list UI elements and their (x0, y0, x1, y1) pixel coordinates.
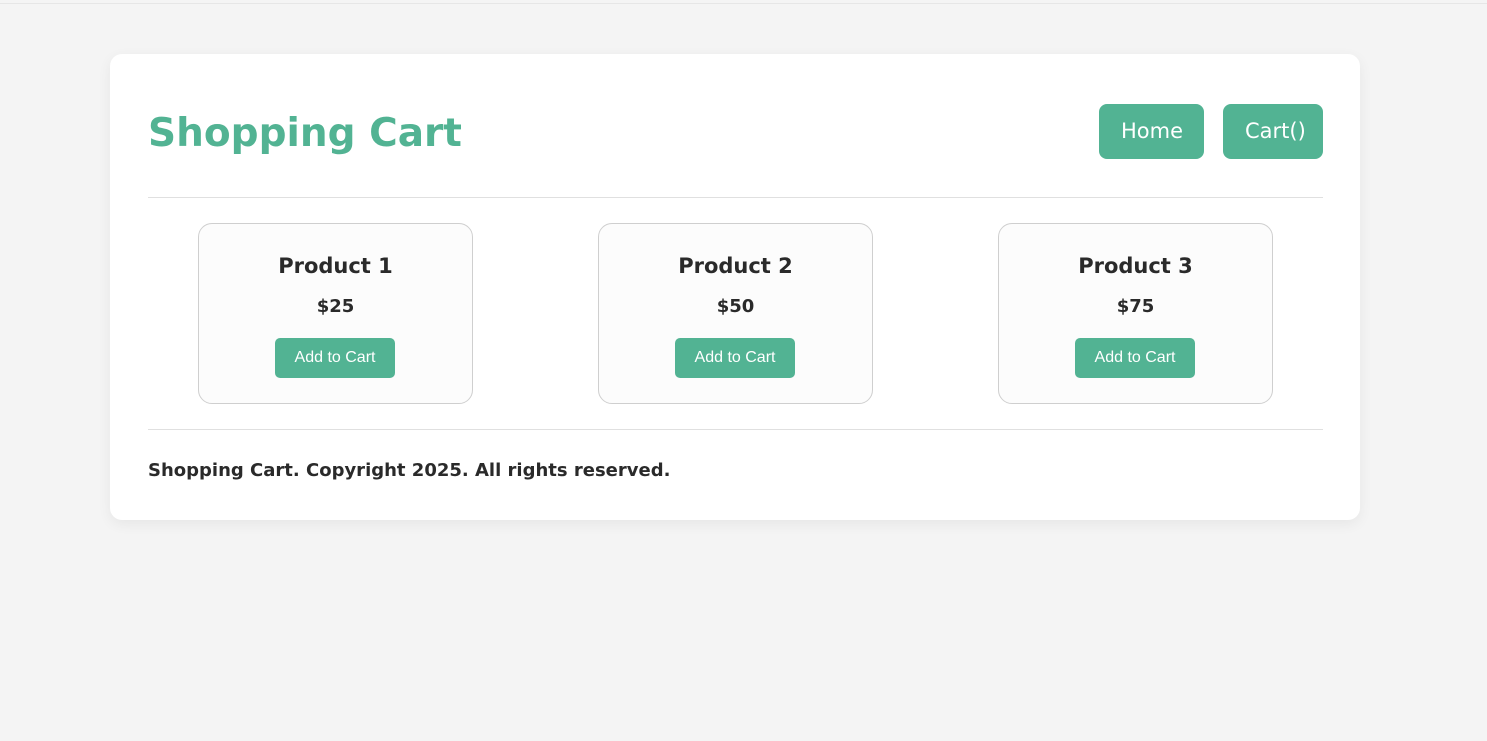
copyright-text: Shopping Cart. Copyright 2025. All right… (148, 460, 671, 481)
add-to-cart-button[interactable]: Add to Cart (675, 338, 795, 378)
add-to-cart-button[interactable]: Add to Cart (275, 338, 395, 378)
home-button[interactable]: Home (1099, 104, 1204, 159)
product-name: Product 1 (278, 254, 393, 278)
page-header: Shopping Cart Home Cart() (148, 54, 1323, 198)
page-footer: Shopping Cart. Copyright 2025. All right… (148, 430, 1323, 520)
product-price: $50 (716, 296, 755, 317)
main-nav: Home Cart() (1099, 104, 1323, 159)
product-name: Product 2 (678, 254, 793, 278)
page-title: Shopping Cart (148, 111, 462, 156)
product-list: Product 1 $25 Add to Cart Product 2 $50 … (148, 198, 1323, 430)
product-card: Product 2 $50 Add to Cart (598, 223, 873, 404)
product-card: Product 1 $25 Add to Cart (198, 223, 473, 404)
cart-button[interactable]: Cart() (1223, 104, 1323, 159)
top-divider (0, 3, 1487, 4)
add-to-cart-button[interactable]: Add to Cart (1075, 338, 1195, 378)
product-price: $25 (316, 296, 355, 317)
product-name: Product 3 (1078, 254, 1193, 278)
shopping-cart-panel: Shopping Cart Home Cart() Product 1 $25 … (110, 54, 1360, 520)
product-card: Product 3 $75 Add to Cart (998, 223, 1273, 404)
product-price: $75 (1116, 296, 1155, 317)
